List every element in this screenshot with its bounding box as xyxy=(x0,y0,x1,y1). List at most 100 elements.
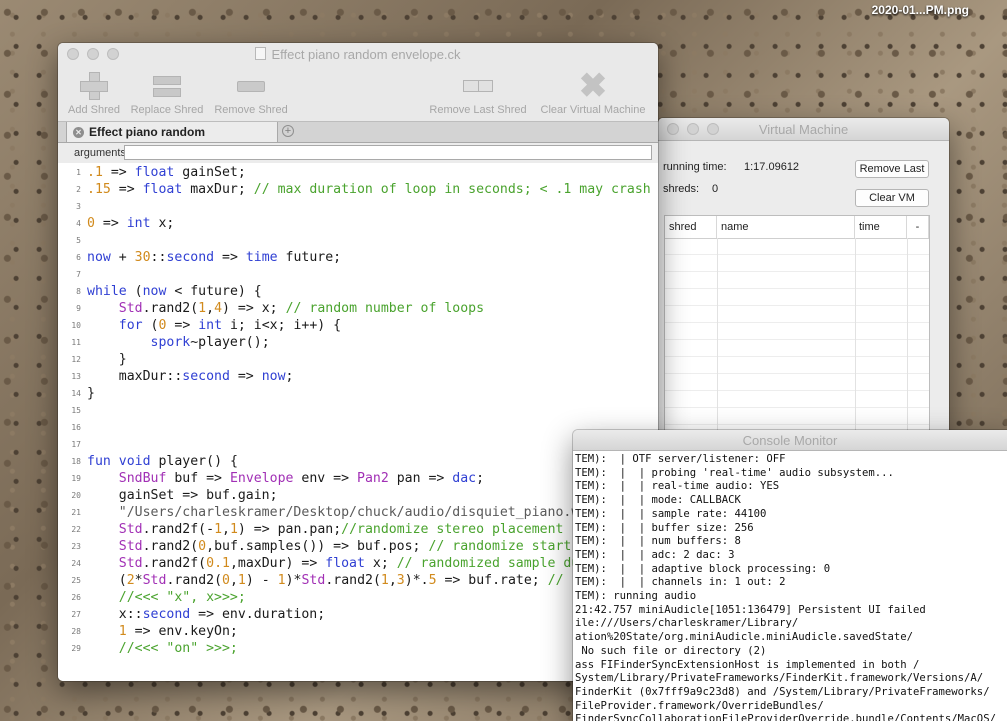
add-shred-button[interactable]: Add Shred xyxy=(64,68,124,116)
code-line[interactable]: 15 xyxy=(58,402,658,419)
x-icon: ✖ xyxy=(578,67,608,105)
code-token: "/Users/charleskramer/Desktop/chuck/audi… xyxy=(118,505,604,520)
editor-title-text: Effect piano random envelope.ck xyxy=(271,47,461,62)
console-title: Console Monitor xyxy=(742,433,838,448)
line-number: 4 xyxy=(76,219,81,228)
editor-titlebar[interactable]: Effect piano random envelope.ck xyxy=(58,43,658,65)
code-text: Std.rand2f(0.1,maxDur) => float x; // ra… xyxy=(87,555,627,572)
code-token: //<<< "on" >>>; xyxy=(118,641,238,656)
remove-shred-button[interactable]: Remove Shred xyxy=(212,68,290,116)
console-titlebar[interactable]: Console Monitor xyxy=(573,430,1007,451)
code-token: env => xyxy=(293,471,357,486)
console-output[interactable]: TEM): | OTF server/listener: OFF TEM): | … xyxy=(573,451,1007,721)
code-token: spork xyxy=(150,335,191,350)
code-token: => xyxy=(110,182,143,197)
code-line[interactable]: 40 => int x; xyxy=(58,215,658,232)
close-tab-icon[interactable]: ✕ xyxy=(73,127,84,138)
arguments-input[interactable] xyxy=(124,145,652,160)
code-token: , xyxy=(388,573,397,588)
code-line[interactable]: 12 } xyxy=(58,351,658,368)
code-line[interactable]: 1 .1 => float gainSet; xyxy=(58,164,658,181)
code-token: => env.duration; xyxy=(190,607,326,622)
code-token: 1 xyxy=(277,573,286,588)
code-line[interactable]: 6 now + 30::second => time future; xyxy=(58,249,658,266)
console-line: TEM): | | adc: 2 dac: 3 xyxy=(575,548,735,561)
code-token: < future) { xyxy=(166,284,262,299)
code-line[interactable]: 28 1 => env.keyOn; xyxy=(58,623,658,640)
line-number: 11 xyxy=(71,338,81,347)
column-header-remove[interactable]: - xyxy=(907,216,929,238)
code-editor[interactable]: 1.1 => float gainSet; 2.15 => float maxDu… xyxy=(58,163,658,681)
code-line[interactable]: 27 x::second => env.duration; xyxy=(58,606,658,623)
code-line[interactable]: 24 Std.rand2f(0.1,maxDur) => float x; //… xyxy=(58,555,658,572)
column-header-time[interactable]: time xyxy=(855,216,907,238)
vm-titlebar[interactable]: Virtual Machine xyxy=(658,118,949,141)
code-line[interactable]: 26 //<<< "x", x>>>; xyxy=(58,589,658,606)
code-token: now xyxy=(142,284,167,299)
code-token: ; xyxy=(285,369,294,384)
desktop-file-label[interactable]: 2020-01...PM.png xyxy=(872,3,969,17)
add-tab-button[interactable]: + xyxy=(282,125,294,137)
column-header-name[interactable]: name xyxy=(717,216,855,238)
code-line[interactable]: 29 //<<< "on" >>>; xyxy=(58,640,658,657)
code-token: 1 xyxy=(214,522,223,537)
toolbar: Add Shred Replace Shred Remove Shred Rem… xyxy=(58,65,658,122)
line-number: 5 xyxy=(76,236,81,245)
code-line[interactable]: 20 gainSet => buf.gain; xyxy=(58,487,658,504)
shred-table[interactable]: shred name time - xyxy=(664,215,930,435)
code-line[interactable]: 11 spork~player(); xyxy=(58,334,658,351)
line-number: 12 xyxy=(71,355,81,364)
code-token: } xyxy=(87,352,127,367)
code-line[interactable]: 19 SndBuf buf => Envelope env => Pan2 pa… xyxy=(58,470,658,487)
code-line[interactable]: 9 Std.rand2(1,4) => x; // random number … xyxy=(58,300,658,317)
column-header-shred[interactable]: shred xyxy=(665,216,717,238)
code-line[interactable]: 25 (2*Std.rand2(0,1) - 1)*Std.rand2(1,3)… xyxy=(58,572,658,589)
code-line[interactable]: 17 xyxy=(58,436,658,453)
code-line[interactable]: 3 xyxy=(58,198,658,215)
line-number: 22 xyxy=(71,525,81,534)
code-line[interactable]: 7 xyxy=(58,266,658,283)
code-text: Std.rand2(1,4) => x; // random number of… xyxy=(87,300,484,317)
code-text: fun void player() { xyxy=(87,453,238,470)
clear-virtual-machine-button[interactable]: ✖ Clear Virtual Machine xyxy=(536,68,650,116)
replace-shred-button[interactable]: Replace Shred xyxy=(128,68,206,116)
code-line[interactable]: 18 fun void player() { xyxy=(58,453,658,470)
code-token: ( xyxy=(87,573,127,588)
line-number: 8 xyxy=(76,287,81,296)
code-line[interactable]: 5 xyxy=(58,232,658,249)
remove-last-button[interactable]: Remove Last xyxy=(855,160,929,178)
code-token: 2 xyxy=(126,573,135,588)
code-token: future; xyxy=(277,250,342,265)
line-number: 6 xyxy=(76,253,81,262)
code-token: Envelope xyxy=(229,471,294,486)
code-text: .15 => float maxDur; // max duration of … xyxy=(87,181,651,198)
replace-arrows-icon xyxy=(151,72,183,100)
remove-last-shred-button[interactable]: Remove Last Shred xyxy=(426,68,530,116)
code-token: Pan2 xyxy=(357,471,389,486)
code-token: 1 xyxy=(198,301,207,316)
console-line: TEM): | | channels in: 1 out: 2 xyxy=(575,576,786,589)
editor-title: Effect piano random envelope.ck xyxy=(58,47,658,62)
code-token: float xyxy=(325,556,365,571)
code-token: 0 xyxy=(198,539,207,554)
code-line[interactable]: 22 Std.rand2f(-1,1) => pan.pan;//randomi… xyxy=(58,521,658,538)
code-line[interactable]: 10 for (0 => int i; i<x; i++) { xyxy=(58,317,658,334)
code-line[interactable]: 21 "/Users/charleskramer/Desktop/chuck/a… xyxy=(58,504,658,521)
code-text: x::second => env.duration; xyxy=(87,606,325,623)
code-token: i; i<x; i++) { xyxy=(222,318,342,333)
clear-vm-button[interactable]: Clear VM xyxy=(855,189,929,207)
code-line[interactable]: 14} xyxy=(58,385,658,402)
line-number: 29 xyxy=(71,644,81,653)
code-line[interactable]: 8 while (now < future) { xyxy=(58,283,658,300)
line-number: 21 xyxy=(71,508,81,517)
code-token: 1 xyxy=(118,624,127,639)
code-text: for (0 => int i; i<x; i++) { xyxy=(87,317,341,334)
code-line[interactable]: 13 maxDur::second => now; xyxy=(58,368,658,385)
code-line[interactable]: 2 .15 => float maxDur; // max duration of… xyxy=(58,181,658,198)
code-token: .rand2f( xyxy=(142,556,207,571)
code-token: x; xyxy=(150,216,175,231)
code-line[interactable]: 16 xyxy=(58,419,658,436)
code-line[interactable]: 23 Std.rand2(0,buf.samples()) => buf.pos… xyxy=(58,538,658,555)
tab-effect-piano[interactable]: ✕ Effect piano random envelope.ck xyxy=(66,122,278,159)
